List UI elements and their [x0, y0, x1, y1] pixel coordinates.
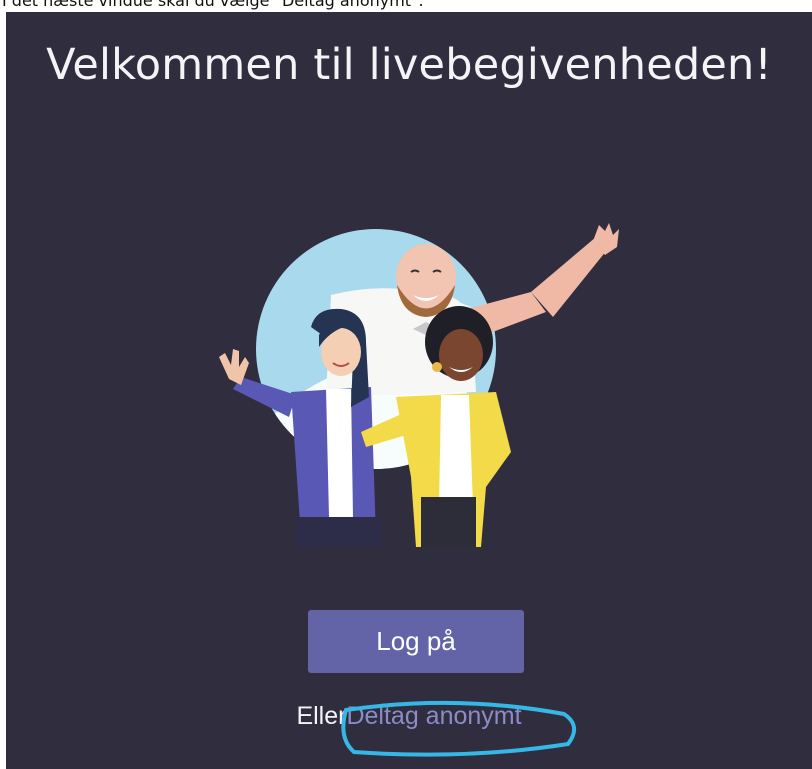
screenshot-page: I det næste vindue skal du vælge "Deltag…: [0, 0, 812, 769]
login-button[interactable]: Log på: [308, 610, 524, 673]
welcome-title: Velkommen til livebegivenheden!: [46, 40, 772, 90]
instruction-caption: I det næste vindue skal du vælge "Deltag…: [2, 0, 424, 10]
welcome-illustration: [219, 223, 619, 547]
teams-welcome-panel: Velkommen til livebegivenheden! Log på E…: [6, 12, 812, 769]
join-anonymously-link[interactable]: Deltag anonymt: [346, 702, 521, 730]
anonymous-join-line: EllerDeltag anonymt: [6, 702, 812, 731]
alternative-prefix: Eller: [296, 702, 347, 730]
